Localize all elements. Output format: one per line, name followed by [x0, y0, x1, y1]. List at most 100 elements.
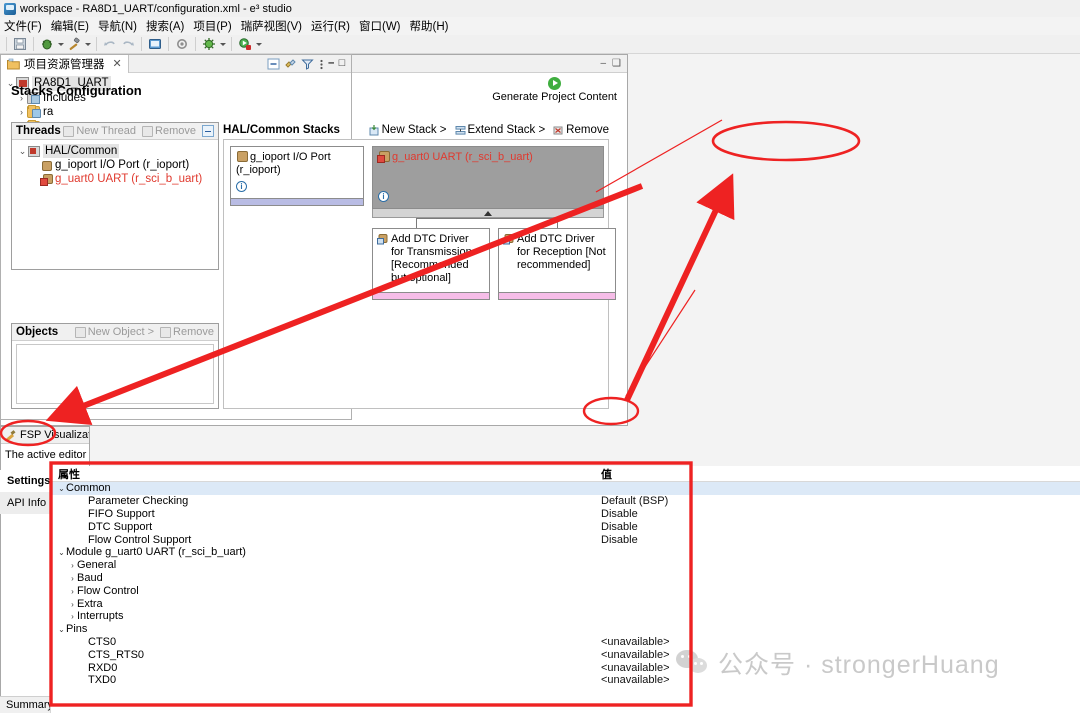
stack-card-ioport[interactable]: g_ioport I/O Port (r_ioport) i — [230, 146, 364, 206]
remove-stack-button[interactable]: Remove — [553, 124, 609, 136]
property-twisty-icon[interactable]: ⌄ — [57, 625, 66, 634]
main-toolbar[interactable] — [0, 35, 1080, 54]
property-row[interactable]: DTC Support Disable — [51, 520, 1080, 533]
threads-item-g-uart0-uart-r-sci-b-uart[interactable]: g_uart0 UART (r_sci_b_uart) — [17, 172, 218, 186]
menu-project[interactable]: 项目(P) — [193, 18, 231, 34]
chevron-down-icon[interactable] — [85, 42, 91, 46]
property-twisty-icon[interactable]: ⌄ — [57, 484, 66, 493]
minimize-icon[interactable]: – — [600, 58, 606, 69]
chevron-down-icon[interactable] — [58, 42, 64, 46]
new-thread-button[interactable]: New Thread — [63, 125, 136, 137]
property-row[interactable]: Parameter Checking Default (BSP) — [51, 495, 1080, 508]
property-value[interactable]: <unavailable> — [601, 649, 670, 661]
property-twisty-icon[interactable]: ⌄ — [57, 548, 66, 557]
stack-card-dtc-transmission[interactable]: Add DTC Driver for Transmission [Recomme… — [372, 228, 490, 300]
maximize-icon[interactable]: ❑ — [612, 58, 621, 69]
fsp-visualization-tabbar[interactable]: FSP Visualization — [1, 427, 89, 444]
generate-project-content-button[interactable]: Generate Project Content — [492, 77, 617, 103]
remove-thread-button[interactable]: Remove — [142, 125, 196, 137]
objects-list[interactable] — [16, 344, 214, 404]
property-twisty-icon[interactable]: › — [68, 574, 77, 583]
menu-file[interactable]: 文件(F) — [4, 18, 42, 34]
properties-side-tabs[interactable]: Settings API Info — [0, 470, 50, 514]
property-value[interactable]: <unavailable> — [601, 674, 670, 686]
stacks-actions[interactable]: New Stack > Extend Stack > Remove — [369, 124, 609, 136]
property-value[interactable]: <unavailable> — [601, 662, 670, 674]
collapse-all-icon[interactable] — [267, 58, 280, 70]
view-menu-icon[interactable] — [318, 58, 325, 70]
property-value[interactable]: Disable — [601, 534, 638, 546]
property-row[interactable]: › Baud — [51, 572, 1080, 585]
property-value[interactable]: <unavailable> — [601, 636, 670, 648]
property-row[interactable]: ⌄Module g_uart0 UART (r_sci_b_uart) — [51, 546, 1080, 559]
property-row[interactable]: › Flow Control — [51, 584, 1080, 597]
property-row[interactable]: FIFO Support Disable — [51, 508, 1080, 521]
filter-icon[interactable] — [300, 58, 314, 70]
property-row[interactable]: CTS0 <unavailable> — [51, 636, 1080, 649]
property-row[interactable]: TXD0 <unavailable> — [51, 674, 1080, 687]
menu-search[interactable]: 搜索(A) — [146, 18, 184, 34]
property-value[interactable]: Disable — [601, 521, 638, 533]
property-twisty-icon[interactable]: › — [68, 587, 77, 596]
property-row[interactable]: › Extra — [51, 597, 1080, 610]
property-row[interactable]: ⌄Common — [51, 482, 1080, 495]
menu-window[interactable]: 窗口(W) — [359, 18, 401, 34]
menu-run[interactable]: 运行(R) — [311, 18, 350, 34]
menu-help[interactable]: 帮助(H) — [410, 18, 449, 34]
tab-project-explorer[interactable]: 项目资源管理器 ✕ — [1, 54, 129, 73]
threads-twisty-icon[interactable]: ⌄ — [17, 144, 28, 158]
save-icon[interactable] — [12, 36, 28, 52]
new-stack-button[interactable]: New Stack > — [369, 124, 447, 136]
property-row[interactable]: RXD0 <unavailable> — [51, 661, 1080, 674]
debug-icon[interactable] — [39, 36, 55, 52]
threads-actions[interactable]: New Thread Remove — [63, 125, 214, 137]
property-value[interactable]: Default (BSP) — [601, 495, 668, 507]
threads-item-g-ioport-i-o-port-r-ioport[interactable]: g_ioport I/O Port (r_ioport) — [17, 158, 218, 172]
info-icon[interactable]: i — [378, 191, 389, 202]
threads-item-hal-common[interactable]: ⌄ HAL/Common — [17, 144, 218, 158]
collapse-icon[interactable] — [202, 125, 214, 137]
maximize-icon[interactable]: ☐ — [338, 58, 346, 69]
annotation-ellipse-uart-card — [711, 120, 861, 162]
minimize-icon[interactable]: ━ — [329, 58, 334, 69]
run-config-icon[interactable] — [201, 36, 217, 52]
project-explorer-toolbar[interactable]: ━ ☐ — [267, 58, 352, 70]
property-twisty-icon[interactable]: › — [68, 600, 77, 609]
extend-stack-button[interactable]: Extend Stack > — [455, 124, 545, 136]
close-icon[interactable]: ✕ — [113, 57, 122, 70]
terminal-icon[interactable] — [147, 36, 163, 52]
info-icon[interactable]: i — [236, 181, 247, 192]
side-tab-api-info[interactable]: API Info — [0, 492, 50, 514]
properties-table[interactable]: 属性 值 ⌄Common Parameter Checking Default (B… — [50, 466, 1080, 713]
build-hammer-icon[interactable] — [66, 36, 82, 52]
menu-edit[interactable]: 编辑(E) — [51, 18, 89, 34]
stack-card-dtc-reception[interactable]: Add DTC Driver for Reception [Not recomm… — [498, 228, 616, 300]
property-row[interactable]: Flow Control Support Disable — [51, 533, 1080, 546]
link-editor-icon[interactable] — [284, 58, 297, 70]
chevron-down-icon[interactable] — [256, 42, 262, 46]
objects-actions[interactable]: New Object > Remove — [74, 326, 214, 338]
menubar[interactable]: 文件(F) 编辑(E) 导航(N) 搜索(A) 项目(P) 瑞萨视图(V) 运行… — [0, 17, 1080, 35]
property-row[interactable]: › Interrupts — [51, 610, 1080, 623]
property-row[interactable]: ⌄Pins — [51, 623, 1080, 636]
remove-object-button[interactable]: Remove — [160, 326, 214, 338]
property-twisty-icon[interactable]: › — [68, 612, 77, 621]
editor-window-controls[interactable]: – ❑ — [600, 58, 627, 69]
side-tab-settings[interactable]: Settings — [0, 470, 50, 492]
settings-icon[interactable] — [174, 36, 190, 52]
chevron-down-icon[interactable] — [220, 42, 226, 46]
property-row[interactable]: › General — [51, 559, 1080, 572]
stack-card-uart0[interactable]: g_uart0 UART (r_sci_b_uart) i — [372, 146, 604, 209]
property-label: Parameter Checking — [51, 495, 601, 507]
menu-renesas-views[interactable]: 瑞萨视图(V) — [241, 18, 302, 34]
property-twisty-icon[interactable]: › — [68, 561, 77, 570]
property-value[interactable]: Disable — [601, 508, 638, 520]
property-name: FIFO Support — [88, 507, 155, 520]
property-row[interactable]: CTS_RTS0 <unavailable> — [51, 648, 1080, 661]
debug-launch-icon[interactable] — [237, 36, 253, 52]
stacks-canvas[interactable]: g_ioport I/O Port (r_ioport) i g_uart0 U… — [223, 139, 616, 409]
properties-rows[interactable]: ⌄Common Parameter Checking Default (BSP) FI… — [51, 482, 1080, 687]
menu-navigate[interactable]: 导航(N) — [98, 18, 137, 34]
threads-tree[interactable]: ⌄ HAL/Common g_ioport I/O Port (r_ioport) g… — [12, 140, 218, 186]
new-object-button[interactable]: New Object > — [74, 326, 154, 338]
